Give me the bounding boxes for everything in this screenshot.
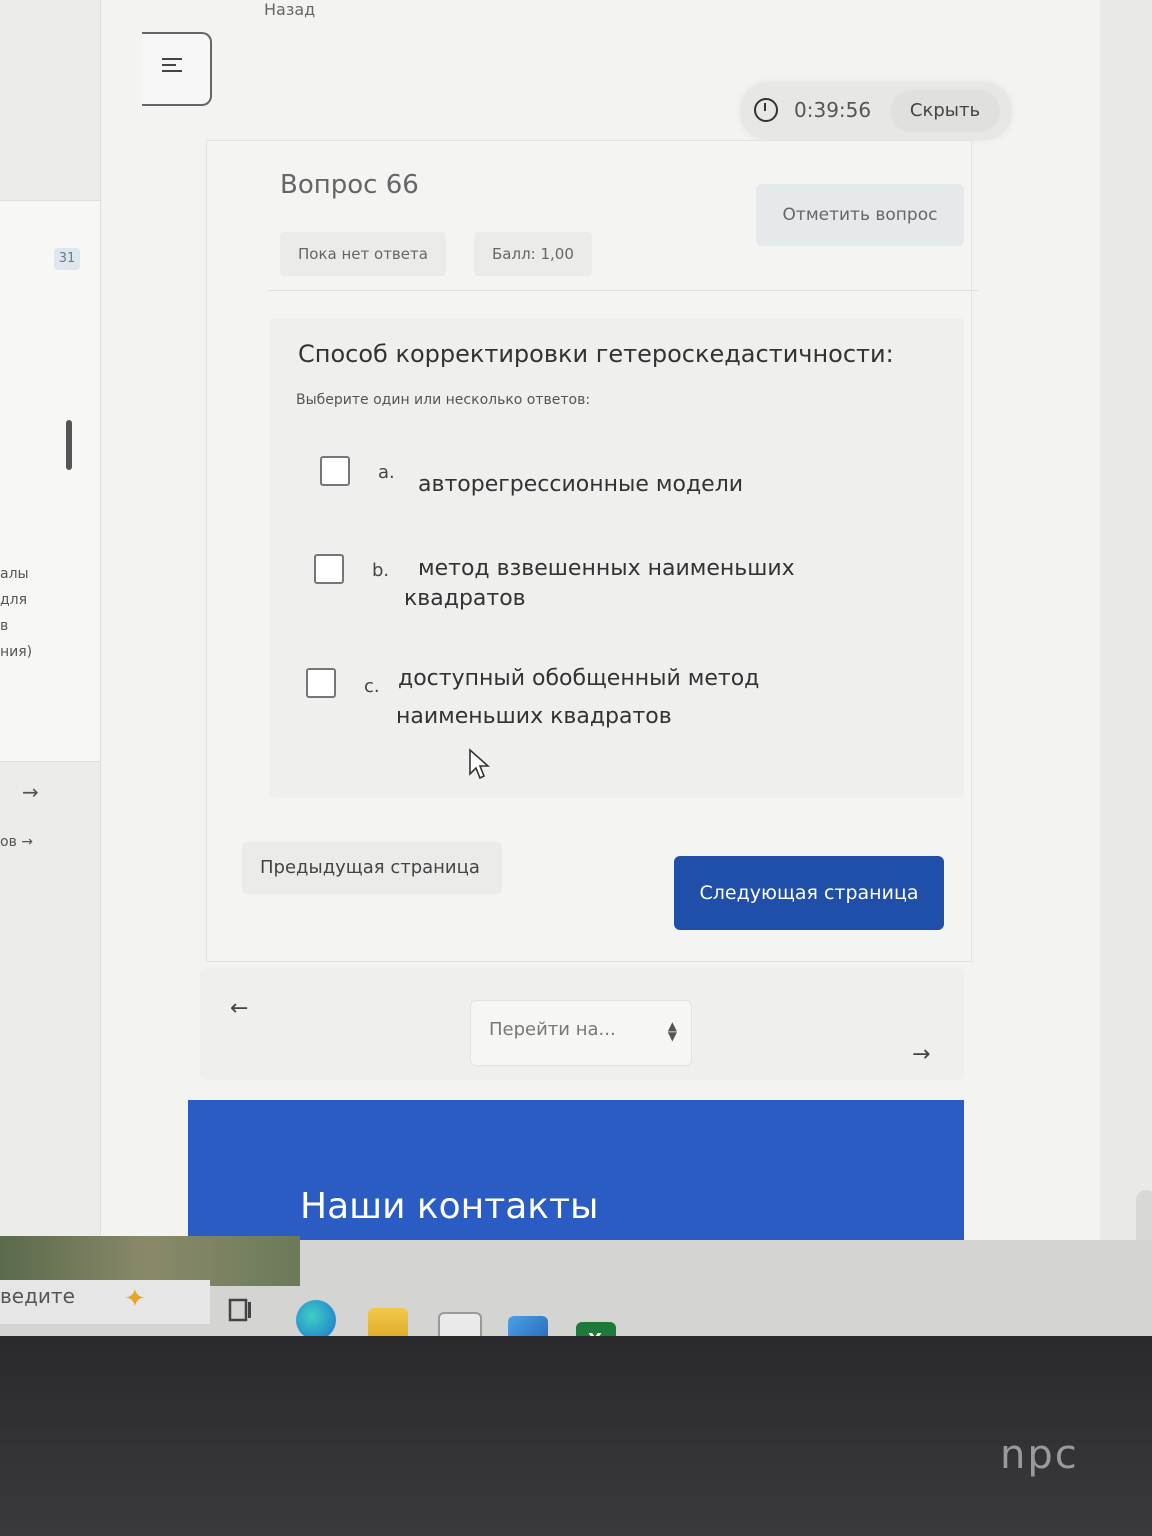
desktop-wallpaper: [0, 1236, 300, 1286]
drawer-toggle-button[interactable]: [142, 32, 212, 106]
footer-title: Наши контакты: [300, 1186, 599, 1227]
mouse-cursor-icon: [469, 748, 490, 780]
sidebar-text-fragment: в: [0, 618, 9, 634]
flag-question-button[interactable]: Отметить вопрос: [756, 184, 964, 246]
sidebar-text-fragment: ния): [0, 644, 33, 660]
sidebar-arrow-right-icon[interactable]: →: [22, 780, 39, 804]
option-b-checkbox[interactable]: [314, 554, 344, 584]
quiz-timer: 0:39:56 Скрыть: [740, 82, 1012, 140]
arrow-right-icon: →: [21, 834, 34, 850]
sidebar-badge: 31: [54, 248, 80, 270]
edge-browser-icon[interactable]: [296, 1300, 336, 1340]
jump-to-select[interactable]: Перейти на... ▲ ▼: [470, 1000, 692, 1066]
question-hint: Выберите один или несколько ответов:: [296, 392, 591, 408]
option-c-text-line2[interactable]: наименьших квадратов: [396, 702, 672, 732]
question-title: Вопрос 66: [280, 170, 419, 200]
question-score: Балл: 1,00: [474, 232, 592, 276]
sidebar-text-fragment: алы: [0, 566, 29, 582]
option-a-text[interactable]: авторегрессионные модели: [418, 470, 743, 500]
option-c-checkbox[interactable]: [306, 668, 336, 698]
right-panel-edge: [1100, 0, 1152, 1330]
sidebar-text-fragment: для: [0, 592, 28, 608]
timer-value: 0:39:56: [794, 98, 872, 122]
menu-icon: [162, 58, 186, 80]
option-a-letter: a.: [378, 462, 395, 483]
jump-to-label: Перейти на...: [489, 1019, 616, 1040]
option-b-text-line1[interactable]: метод взвешенных наименьших: [418, 554, 795, 584]
left-sidebar-panel: [0, 200, 100, 762]
select-caret-icon: ▲ ▼: [667, 1019, 677, 1043]
option-c-letter: c.: [364, 676, 380, 697]
next-page-button[interactable]: Следующая страница: [674, 856, 944, 930]
previous-page-button[interactable]: Предыдущая страница: [242, 842, 502, 894]
arrow-left-icon[interactable]: ←: [230, 996, 248, 1021]
hide-timer-button[interactable]: Скрыть: [890, 90, 1000, 132]
copilot-sparkle-icon[interactable]: ✦: [124, 1284, 146, 1314]
option-b-letter: b.: [372, 560, 390, 581]
back-link[interactable]: Назад: [264, 0, 315, 19]
task-view-icon[interactable]: [226, 1296, 266, 1336]
option-b-text-line2[interactable]: квадратов: [404, 584, 526, 614]
option-c-text-line1[interactable]: доступный обобщенный метод: [398, 664, 759, 694]
monitor-bezel: [0, 1336, 1152, 1536]
divider: [268, 290, 978, 291]
answer-status: Пока нет ответа: [280, 232, 446, 276]
sidebar-scrollbar[interactable]: [66, 420, 72, 470]
monitor-brand-logo: npc: [1000, 1432, 1079, 1478]
taskbar-search-text: ведите: [0, 1284, 75, 1308]
option-a-checkbox[interactable]: [320, 456, 350, 486]
arrow-right-icon[interactable]: →: [912, 1042, 930, 1067]
screen: 31 алы для в ния) → ов → Назад 0:39:56 С…: [0, 0, 1152, 1330]
clock-icon: [754, 98, 778, 122]
question-text: Способ корректировки гетероскедастичност…: [298, 340, 894, 368]
sidebar-link[interactable]: ов →: [0, 834, 33, 850]
sidebar-link-label: ов: [0, 834, 17, 850]
